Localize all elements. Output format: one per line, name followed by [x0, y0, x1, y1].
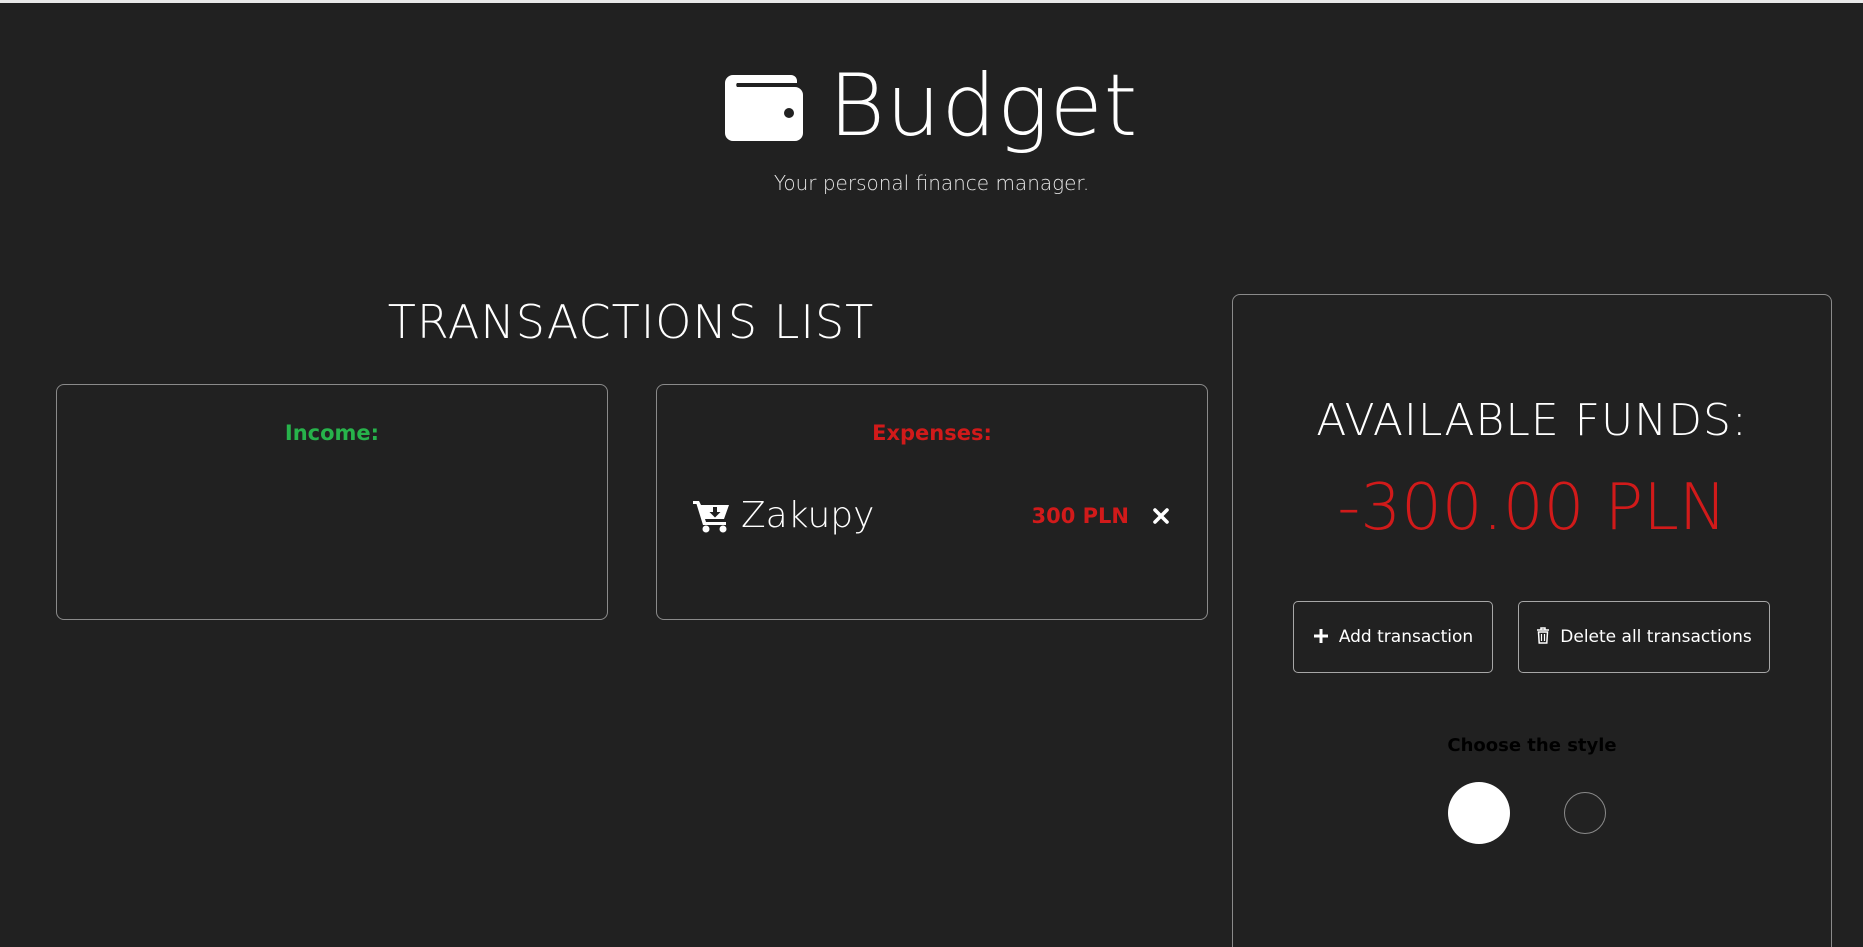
available-funds-label: AVAILABLE FUNDS:	[1316, 395, 1748, 446]
available-funds-value: -300.00 PLN	[1337, 471, 1727, 545]
add-transaction-button[interactable]: Add transaction	[1293, 601, 1493, 673]
add-transaction-label: Add transaction	[1338, 626, 1474, 647]
style-option-light[interactable]	[1448, 782, 1510, 844]
income-card: Income:	[56, 384, 608, 620]
transactions-list-title: TRANSACTIONS LIST	[387, 295, 875, 349]
expense-item-controls: 300 PLN	[1032, 504, 1172, 528]
expense-item-name: Zakupy	[741, 495, 875, 536]
style-chooser-label: Choose the style	[1447, 735, 1617, 756]
style-option-dark[interactable]	[1564, 792, 1606, 834]
app-title: Budget	[828, 56, 1139, 156]
wallet-icon	[724, 75, 803, 141]
expense-item-info: Zakupy	[693, 495, 874, 536]
close-icon[interactable]	[1151, 506, 1171, 526]
funds-panel: AVAILABLE FUNDS: -300.00 PLN Add transac…	[1232, 294, 1832, 947]
expenses-heading: Expenses:	[872, 421, 992, 445]
title-row: Budget	[724, 56, 1139, 156]
plus-icon	[1313, 628, 1328, 643]
cart-download-icon	[693, 500, 729, 532]
expense-item: Zakupy 300 PLN	[693, 495, 1171, 536]
app-header: Budget Your personal finance manager.	[0, 63, 1863, 195]
delete-all-button[interactable]: Delete all transactions	[1518, 601, 1770, 673]
income-heading: Income:	[284, 421, 380, 445]
delete-all-label: Delete all transactions	[1560, 626, 1752, 647]
app-subtitle: Your personal finance manager.	[773, 171, 1090, 195]
expense-item-amount: 300 PLN	[1031, 503, 1130, 528]
expenses-card: Expenses: Zakupy 300 PLN	[656, 384, 1208, 620]
trash-icon	[1537, 626, 1550, 644]
